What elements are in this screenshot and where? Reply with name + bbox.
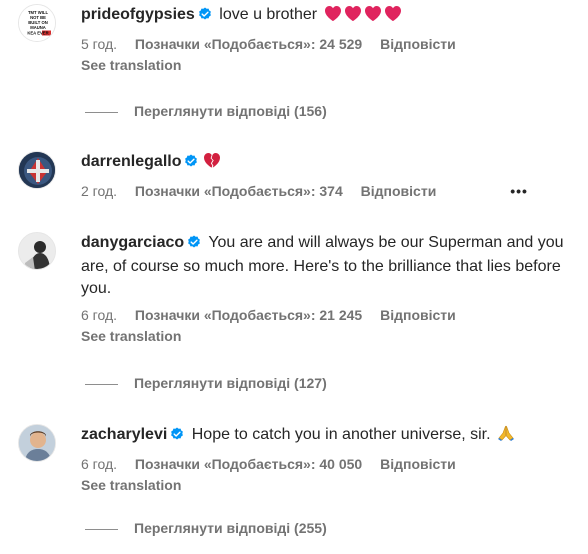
comment-time: 6 год. — [81, 456, 118, 472]
comment-meta: 6 год. Позначки «Подобається»: 21 245 Ві… — [81, 306, 571, 324]
avatar-image — [19, 425, 55, 461]
more-options-icon[interactable]: ••• — [510, 182, 528, 200]
broken-heart-icon — [203, 152, 221, 176]
red-heart-icon — [324, 5, 342, 29]
see-translation-link[interactable]: See translation — [81, 56, 571, 74]
divider-line — [85, 111, 118, 113]
view-replies-button[interactable]: Переглянути відповіді (156) — [85, 102, 327, 120]
likes-count[interactable]: Позначки «Подобається»: 40 050 — [135, 456, 362, 472]
reply-button[interactable]: Відповісти — [361, 183, 437, 199]
comment-body: darrenlegallo 2 год. Позначки «Подобаєть… — [81, 151, 571, 200]
comment-text-line: prideofgypsies love u brother — [81, 4, 571, 29]
reply-button[interactable]: Відповісти — [380, 307, 456, 323]
likes-count[interactable]: Позначки «Подобається»: 24 529 — [135, 36, 362, 52]
comment-body: zacharylevi Hope to catch you in another… — [81, 424, 571, 494]
view-replies-label: Переглянути відповіді (156) — [134, 103, 327, 119]
view-replies-label: Переглянути відповіді (255) — [134, 520, 327, 536]
verified-badge-icon — [184, 153, 198, 175]
reply-button[interactable]: Відповісти — [380, 36, 456, 52]
likes-count[interactable]: Позначки «Подобається»: 21 245 — [135, 307, 362, 323]
avatar[interactable]: TMT WILL NOT BE BUILT ON MAUNA KEA EVER — [18, 4, 56, 42]
username[interactable]: zacharylevi — [81, 426, 167, 443]
comment-text: Hope to catch you in another universe, s… — [191, 426, 491, 443]
comment-text-line: zacharylevi Hope to catch you in another… — [81, 424, 571, 449]
avatar[interactable] — [18, 232, 56, 270]
divider-line — [85, 383, 118, 385]
reply-button[interactable]: Відповісти — [380, 456, 456, 472]
divider-line — [85, 528, 118, 530]
username[interactable]: danygarciaco — [81, 234, 184, 251]
see-translation-link[interactable]: See translation — [81, 476, 571, 494]
see-translation-link[interactable]: See translation — [81, 327, 571, 345]
comment-text-line: darrenlegallo — [81, 151, 571, 176]
comment-body: danygarciaco You are and will always be … — [81, 232, 571, 345]
comment-meta: 5 год. Позначки «Подобається»: 24 529 Ві… — [81, 35, 571, 53]
comment-time: 2 год. — [81, 183, 118, 199]
comment-meta: 2 год. Позначки «Подобається»: 374 Відпо… — [81, 182, 571, 200]
folded-hands-icon — [497, 424, 515, 449]
avatar-text: KEA EVER — [27, 31, 48, 36]
view-replies-button[interactable]: Переглянути відповіді (127) — [85, 374, 327, 392]
avatar-text: MAUNA — [30, 25, 46, 30]
view-replies-label: Переглянути відповіді (127) — [134, 375, 327, 391]
verified-badge-icon — [187, 234, 201, 256]
comment-time: 6 год. — [81, 307, 118, 323]
username[interactable]: prideofgypsies — [81, 6, 195, 23]
red-heart-icon — [344, 5, 362, 29]
verified-badge-icon — [198, 6, 212, 28]
avatar-image — [19, 152, 55, 188]
comment-body: prideofgypsies love u brother 5 год. Поз… — [81, 4, 571, 74]
comment-text-line: danygarciaco You are and will always be … — [81, 232, 571, 300]
red-heart-icon — [384, 5, 402, 29]
red-heart-icon — [364, 5, 382, 29]
username[interactable]: darrenlegallo — [81, 153, 181, 170]
view-replies-button[interactable]: Переглянути відповіді (255) — [85, 519, 327, 537]
avatar[interactable] — [18, 424, 56, 462]
verified-badge-icon — [170, 426, 184, 448]
avatar-image: TMT WILL NOT BE BUILT ON MAUNA KEA EVER — [19, 5, 55, 41]
comment-time: 5 год. — [81, 36, 118, 52]
avatar[interactable] — [18, 151, 56, 189]
avatar-image — [19, 233, 55, 269]
likes-count[interactable]: Позначки «Подобається»: 374 — [135, 183, 343, 199]
comment-text: love u brother — [219, 6, 318, 23]
comment-meta: 6 год. Позначки «Подобається»: 40 050 Ві… — [81, 455, 571, 473]
